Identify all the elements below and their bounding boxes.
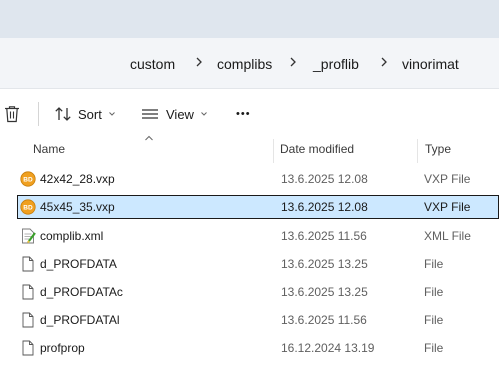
column-header-date-modified[interactable]: Date modified — [280, 142, 354, 156]
column-divider[interactable] — [273, 139, 274, 163]
chevron-down-icon — [108, 112, 115, 116]
chevron-right-icon[interactable] — [288, 54, 298, 70]
sort-icon — [55, 107, 71, 121]
breadcrumb-vinorimat[interactable]: vinorimat — [402, 56, 459, 72]
file-date-modified: 13.6.2025 12.08 — [281, 200, 368, 214]
column-header-row: Name Date modified Type — [0, 135, 499, 163]
generic-file-icon — [22, 256, 34, 272]
file-name: d_PROFDATAl — [40, 313, 120, 327]
file-row[interactable]: profprop 16.12.2024 13.19 File — [17, 336, 499, 360]
file-type: VXP File — [424, 200, 471, 214]
file-date-modified: 13.6.2025 11.56 — [281, 313, 367, 327]
file-date-modified: 13.6.2025 12.08 — [281, 172, 368, 186]
chevron-right-icon[interactable] — [194, 54, 204, 70]
chevron-right-icon[interactable] — [379, 54, 389, 70]
view-label: View — [166, 106, 194, 122]
file-type: XML File — [424, 229, 471, 243]
file-date-modified: 16.12.2024 13.19 — [281, 341, 375, 355]
command-bar: Sort View ••• — [0, 89, 499, 139]
delete-button[interactable] — [4, 101, 20, 127]
breadcrumb-proflib[interactable]: _proflib — [313, 56, 359, 72]
file-type: File — [424, 257, 444, 271]
file-name: d_PROFDATAc — [40, 285, 123, 299]
file-type: File — [424, 313, 444, 327]
file-row[interactable]: d_PROFDATAl 13.6.2025 11.56 File — [17, 308, 499, 332]
vxp-file-icon: BD — [20, 199, 36, 215]
file-name: 42x42_28.vxp — [40, 172, 115, 186]
file-row[interactable]: d_PROFDATAc 13.6.2025 13.25 File — [17, 280, 499, 304]
file-row[interactable]: d_PROFDATA 13.6.2025 13.25 File — [17, 252, 499, 276]
file-row[interactable]: complib.xml 13.6.2025 11.56 XML File — [17, 224, 499, 248]
title-bar — [0, 0, 499, 38]
file-row[interactable]: BD 42x42_28.vxp 13.6.2025 12.08 VXP File — [17, 167, 499, 191]
column-header-name[interactable]: Name — [33, 142, 65, 156]
sort-label: Sort — [78, 106, 102, 122]
svg-text:BD: BD — [23, 205, 33, 212]
sort-up-indicator-icon — [145, 135, 153, 141]
breadcrumb-custom[interactable]: custom — [130, 56, 175, 72]
xml-file-icon — [22, 228, 36, 244]
file-row-selected[interactable]: BD 45x45_35.vxp 13.6.2025 12.08 VXP File — [17, 195, 499, 219]
generic-file-icon — [22, 284, 34, 300]
generic-file-icon — [22, 340, 34, 356]
file-name: complib.xml — [40, 229, 104, 243]
file-name: d_PROFDATA — [40, 257, 117, 271]
file-date-modified: 13.6.2025 13.25 — [281, 257, 368, 271]
svg-text:BD: BD — [23, 177, 33, 184]
view-button[interactable]: View — [141, 101, 209, 127]
column-divider[interactable] — [417, 139, 418, 163]
breadcrumb-complibs[interactable]: complibs — [217, 56, 272, 72]
toolbar-divider — [38, 102, 39, 126]
file-date-modified: 13.6.2025 11.56 — [281, 229, 367, 243]
file-date-modified: 13.6.2025 13.25 — [281, 285, 368, 299]
view-list-icon — [142, 109, 158, 119]
more-options-button[interactable]: ••• — [236, 101, 251, 127]
trash-icon — [5, 106, 19, 123]
more-icon: ••• — [236, 108, 251, 120]
file-name: 45x45_35.vxp — [40, 200, 115, 214]
chevron-down-icon — [201, 112, 207, 116]
file-type: File — [424, 285, 444, 299]
vxp-file-icon: BD — [20, 171, 36, 187]
file-name: profprop — [40, 341, 85, 355]
generic-file-icon — [22, 312, 34, 328]
file-type: VXP File — [424, 172, 471, 186]
address-bar[interactable]: custom complibs _proflib vinorimat — [0, 38, 499, 89]
column-header-type[interactable]: Type — [425, 142, 451, 156]
file-type: File — [424, 341, 444, 355]
sort-button[interactable]: Sort — [54, 101, 117, 127]
